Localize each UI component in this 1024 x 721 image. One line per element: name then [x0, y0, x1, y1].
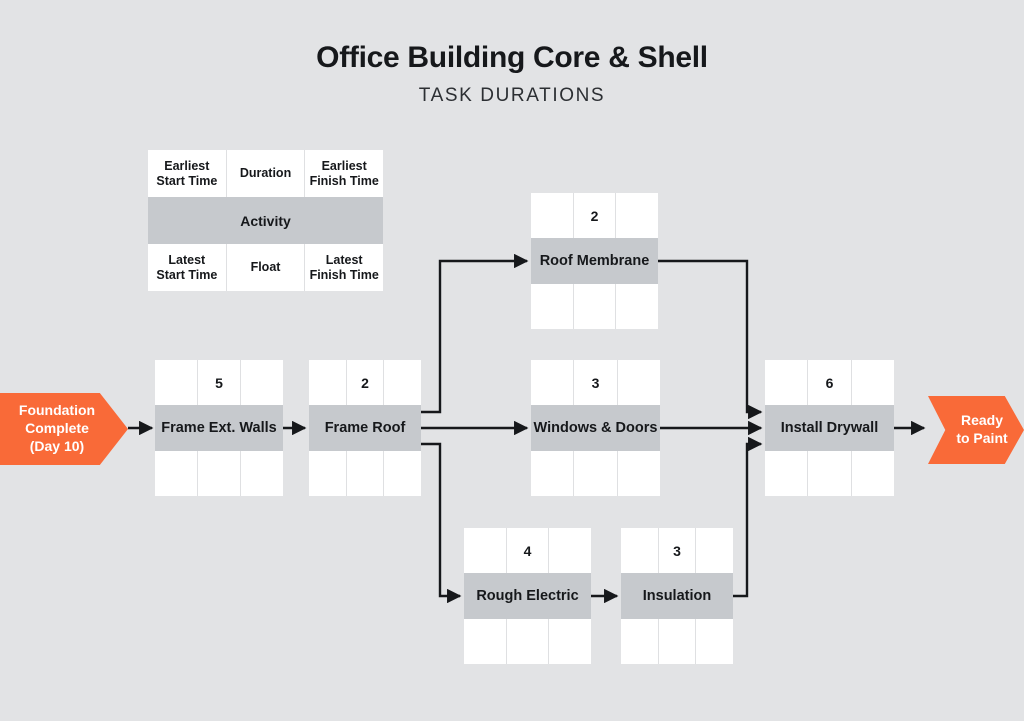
cell-latest-start-time — [531, 451, 575, 496]
legend-float: Float — [227, 244, 306, 291]
cell-latest-finish-time — [549, 619, 591, 664]
cell-duration: 3 — [574, 360, 618, 405]
legend-row-bottom: Latest Start Time Float Latest Finish Time — [148, 244, 383, 291]
cell-earliest-start-time — [621, 528, 659, 573]
legend-earliest-start-time: Earliest Start Time — [148, 150, 227, 197]
cell-latest-finish-time — [384, 451, 421, 496]
cell-duration: 2 — [574, 193, 617, 238]
cell-earliest-finish-time — [696, 528, 733, 573]
page-subtitle: TASK DURATIONS — [418, 85, 606, 106]
cell-earliest-start-time — [309, 360, 347, 405]
cell-float — [198, 451, 241, 496]
node-row-earliest: 3 — [621, 528, 733, 573]
cell-duration: 2 — [347, 360, 385, 405]
cell-earliest-finish-time — [616, 193, 658, 238]
node-label: Roof Membrane — [531, 238, 658, 284]
node-row-latest — [765, 451, 894, 496]
node-label: Frame Ext. Walls — [155, 405, 283, 451]
node-windows-and-doors[interactable]: 3 Windows & Doors — [531, 360, 660, 496]
node-row-earliest: 5 — [155, 360, 283, 405]
cell-float — [574, 451, 618, 496]
cell-latest-start-time — [531, 284, 574, 329]
diagram-canvas: Office Building Core & Shell TASK DURATI… — [0, 0, 1024, 721]
node-row-latest — [155, 451, 283, 496]
cell-duration: 3 — [659, 528, 697, 573]
legend-activity: Activity — [148, 197, 383, 244]
node-row-latest — [464, 619, 591, 664]
cell-earliest-finish-time — [384, 360, 421, 405]
cell-latest-finish-time — [696, 619, 733, 664]
node-label: Install Drywall — [765, 405, 894, 451]
cell-latest-finish-time — [241, 451, 283, 496]
node-label: Insulation — [621, 573, 733, 619]
edge-frame-roof-to-rough-electric — [421, 442, 462, 604]
cell-float — [574, 284, 617, 329]
node-frame-roof[interactable]: 2 Frame Roof — [309, 360, 421, 496]
node-rough-electric[interactable]: 4 Rough Electric — [464, 528, 591, 664]
node-label: Windows & Doors — [531, 405, 660, 451]
legend-latest-finish-time: Latest Finish Time — [309, 252, 379, 282]
node-roof-membrane[interactable]: 2 Roof Membrane — [531, 193, 658, 329]
node-row-earliest: 3 — [531, 360, 660, 405]
cell-earliest-start-time — [765, 360, 809, 405]
cell-earliest-finish-time — [618, 360, 660, 405]
node-row-latest — [531, 451, 660, 496]
node-row-latest — [531, 284, 658, 329]
cell-duration: 5 — [198, 360, 241, 405]
cell-duration: 4 — [507, 528, 550, 573]
cell-latest-start-time — [309, 451, 347, 496]
node-label: Frame Roof — [309, 405, 421, 451]
cell-earliest-start-time — [531, 360, 575, 405]
terminator-end: Ready to Paint — [928, 396, 1024, 464]
cell-earliest-finish-time — [549, 528, 591, 573]
cell-earliest-finish-time — [852, 360, 894, 405]
cell-latest-start-time — [765, 451, 809, 496]
cell-float — [507, 619, 550, 664]
node-row-earliest: 4 — [464, 528, 591, 573]
node-insulation[interactable]: 3 Insulation — [621, 528, 733, 664]
terminator-start: Foundation Complete (Day 10) — [0, 393, 128, 465]
legend-row-top: Earliest Start Time Duration Earliest Fini… — [148, 150, 383, 197]
node-row-earliest: 2 — [309, 360, 421, 405]
node-install-drywall[interactable]: 6 Install Drywall — [765, 360, 894, 496]
node-row-earliest: 6 — [765, 360, 894, 405]
node-row-earliest: 2 — [531, 193, 658, 238]
node-row-latest — [309, 451, 421, 496]
cell-earliest-start-time — [464, 528, 507, 573]
cell-duration: 6 — [808, 360, 852, 405]
cell-earliest-start-time — [531, 193, 574, 238]
legend-key: Earliest Start Time Duration Earliest Fini… — [148, 150, 383, 291]
cell-float — [659, 619, 697, 664]
legend-latest-start-time: Latest Start Time — [148, 244, 227, 291]
page-title: Office Building Core & Shell — [316, 41, 708, 74]
cell-latest-start-time — [464, 619, 507, 664]
cell-latest-start-time — [621, 619, 659, 664]
legend-duration: Duration — [227, 150, 306, 197]
edge-insulation-to-install-drywall — [733, 436, 763, 598]
cell-float — [808, 451, 852, 496]
node-row-latest — [621, 619, 733, 664]
node-frame-ext-walls[interactable]: 5 Frame Ext. Walls — [155, 360, 283, 496]
cell-float — [347, 451, 385, 496]
edge-frame-roof-to-roof-membrane — [421, 253, 529, 414]
edge-roof-membrane-to-install-drywall — [658, 259, 763, 420]
cell-earliest-finish-time — [241, 360, 283, 405]
cell-latest-finish-time — [852, 451, 894, 496]
cell-latest-finish-time — [616, 284, 658, 329]
node-label: Rough Electric — [464, 573, 591, 619]
legend-earliest-finish-time: Earliest Finish Time — [309, 158, 379, 188]
cell-latest-finish-time — [618, 451, 660, 496]
cell-latest-start-time — [155, 451, 198, 496]
cell-earliest-start-time — [155, 360, 198, 405]
